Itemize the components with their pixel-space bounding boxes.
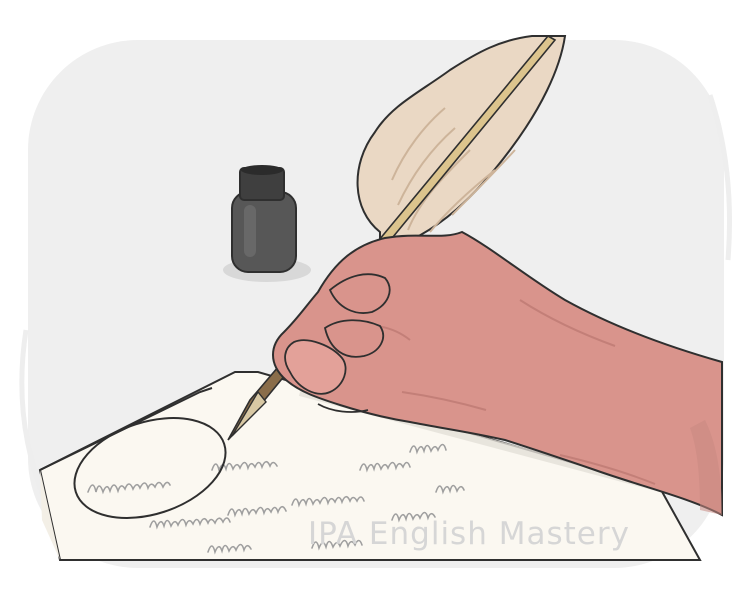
quill-writing-illustration bbox=[19, 34, 733, 568]
illustration-stage: IPA English Mastery bbox=[0, 0, 750, 600]
watermark-text: IPA English Mastery bbox=[308, 516, 630, 552]
